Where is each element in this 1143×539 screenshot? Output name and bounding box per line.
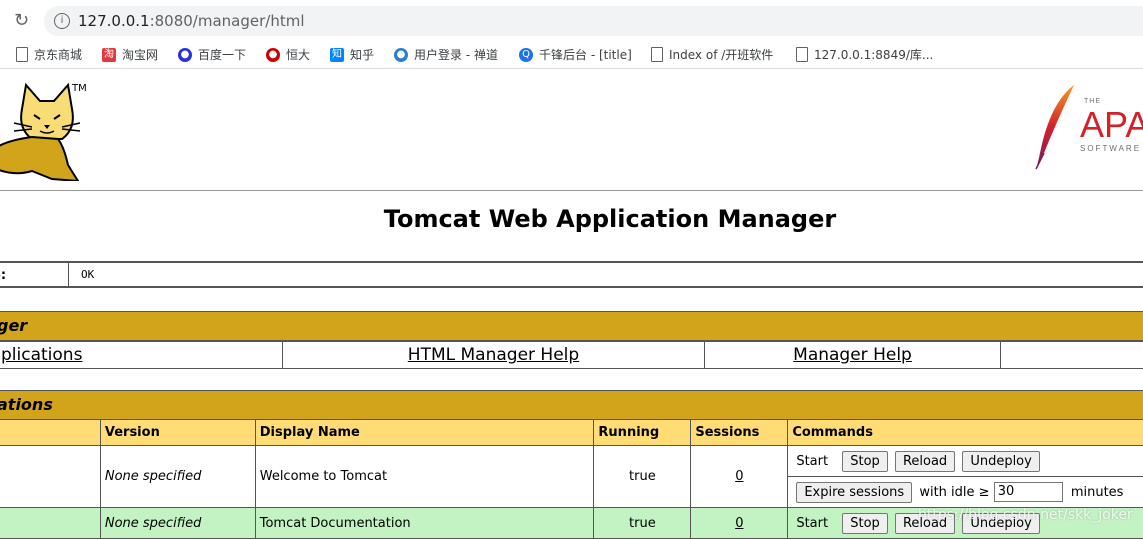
table-row: None specified Welcome to Tomcat true 0 … (0, 445, 1143, 508)
info-icon[interactable]: i (54, 13, 70, 29)
page-title: Tomcat Web Application Manager (383, 205, 837, 233)
table-header-row: Version Display Name Running Sessions Co… (0, 419, 1143, 446)
list-applications-link[interactable]: plications (1, 342, 82, 368)
reload-button[interactable]: Reload (894, 450, 956, 472)
bookmark-zentao[interactable]: ● 用户登录 - 禅道 (394, 46, 498, 63)
path-cell (0, 445, 101, 508)
bookmark-hengda[interactable]: ● 恒大 (266, 46, 310, 63)
qianfeng-icon: Q (519, 47, 533, 62)
bookmark-taobao[interactable]: 淘淘宝网 (102, 46, 158, 63)
bookmark-baidu[interactable]: ● 百度一下 (178, 46, 246, 63)
header-divider (0, 190, 1143, 191)
manager-help-link[interactable]: Manager Help (793, 345, 912, 365)
globe-icon: ● (394, 47, 408, 62)
stop-button[interactable]: Stop (842, 450, 888, 472)
svg-text:SOFTWARE: SOFTWARE (1080, 144, 1141, 153)
start-label: Start (796, 515, 829, 531)
idle-label: with idle ≥ (919, 484, 990, 500)
bookmark-index[interactable]: Index of /开班软件 (651, 46, 773, 63)
page-icon (651, 47, 663, 62)
minutes-label: minutes (1070, 484, 1124, 500)
col-display-name: Display Name (254, 419, 595, 446)
page-icon (16, 47, 28, 62)
message-value: OK (81, 268, 95, 281)
expire-sessions-button[interactable]: Expire sessions (796, 481, 913, 503)
taobao-icon: 淘 (102, 47, 116, 62)
commands-cell: Start Stop Reload Undeploy (787, 445, 1143, 477)
url-field[interactable]: i 127.0.0.1:8080/manager/html (44, 6, 1143, 36)
col-path (0, 419, 101, 446)
stop-button[interactable]: Stop (842, 512, 888, 534)
sessions-cell: 0 (690, 445, 789, 508)
sessions-link[interactable]: 0 (735, 469, 743, 484)
bookmark-zhihu[interactable]: 知知乎 (330, 46, 374, 63)
message-label: e: (0, 268, 7, 283)
html-manager-help-link[interactable]: HTML Manager Help (408, 345, 579, 365)
sessions-link[interactable]: 0 (735, 516, 743, 531)
idle-minutes-input[interactable]: 30 (993, 482, 1063, 502)
reload-icon[interactable]: ↻ (14, 10, 29, 31)
col-commands: Commands (787, 419, 1143, 446)
hengda-icon: ● (266, 47, 280, 62)
svg-text:APA: APA (1080, 104, 1143, 145)
col-version: Version (99, 419, 256, 446)
list-applications-cell: plications (0, 342, 283, 368)
zhihu-icon: 知 (330, 47, 344, 62)
address-bar: ↻ i 127.0.0.1:8080/manager/html (0, 0, 1143, 42)
applications-section-header: ations (0, 390, 1143, 420)
bookmark-qianfeng[interactable]: Q 千锋后台 - [title] (519, 46, 632, 63)
undeploy-button[interactable]: Undeploy (962, 450, 1040, 472)
url-path: :8080/manager/html (149, 12, 305, 30)
apache-logo[interactable]: THE APA SOFTWARE (1030, 83, 1143, 173)
bookmark-localhost[interactable]: 127.0.0.1:8849/库... (796, 46, 933, 63)
manager-links-row: plications HTML Manager Help Manager Hel… (0, 341, 1143, 369)
expire-cell: Expire sessions with idle ≥ 30 minutes (787, 476, 1143, 508)
running-cell: true (593, 445, 692, 508)
message-row: e: OK (0, 261, 1143, 288)
bookmarks-bar: 京东商城 淘淘宝网 ● 百度一下 ● 恒大 知知乎 ● 用户登录 - 禅道 Q 千锋后台… (0, 42, 1143, 69)
server-status-cell (1001, 342, 1143, 368)
message-divider (68, 263, 69, 286)
bookmark-jd[interactable]: 京东商城 (16, 46, 82, 63)
watermark: https://blog.csdn.net/skk_joker (918, 507, 1133, 523)
start-label: Start (796, 453, 829, 469)
html-manager-help-cell: HTML Manager Help (283, 342, 705, 368)
url-host: 127.0.0.1 (78, 12, 150, 30)
page-content: TM THE APA SOFTWARE Tomcat Web Applicati… (0, 69, 1143, 539)
page-icon (796, 47, 808, 62)
col-running: Running (593, 419, 692, 446)
baidu-icon: ● (178, 47, 192, 62)
manager-section-header: ger (0, 311, 1143, 341)
version-cell: None specified (99, 445, 256, 508)
manager-help-cell: Manager Help (705, 342, 1001, 368)
tomcat-logo[interactable] (0, 81, 82, 181)
trademark-mark: TM (72, 83, 87, 94)
display-name-cell: Welcome to Tomcat (254, 445, 595, 508)
col-sessions: Sessions (690, 419, 789, 446)
